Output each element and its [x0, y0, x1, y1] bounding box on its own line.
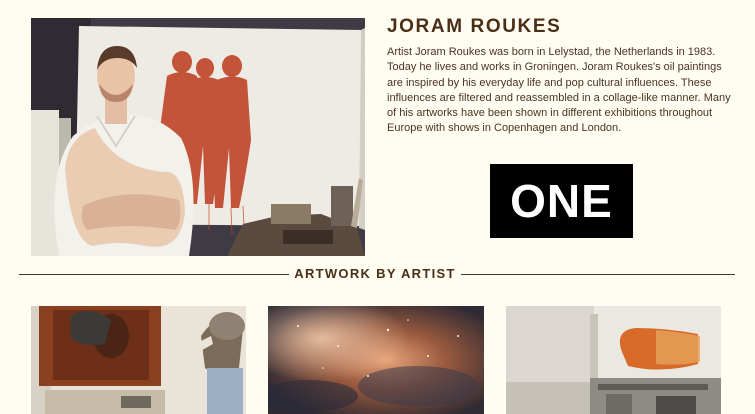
- artist-info: JORAM ROUKES Artist Joram Roukes was bor…: [387, 16, 732, 137]
- section-divider-right: [461, 274, 735, 275]
- artwork-section-title: ARTWORK BY ARTIST: [294, 266, 456, 281]
- artwork-thumbnail-icon: [506, 306, 721, 414]
- artist-portrait: [31, 18, 365, 256]
- section-divider-left: [19, 274, 289, 275]
- artist-photo-icon: [31, 18, 365, 256]
- artwork-thumbnail-icon: [31, 306, 246, 414]
- artwork-thumbnail-icon: [268, 306, 484, 414]
- artist-bio: Artist Joram Roukes was born in Lelystad…: [387, 46, 731, 135]
- artist-name: JORAM ROUKES: [387, 16, 562, 37]
- one-logo[interactable]: ONE: [490, 164, 633, 238]
- artwork-thumbnail-3[interactable]: [506, 306, 721, 414]
- artwork-thumbnail-1[interactable]: [31, 306, 246, 414]
- artwork-thumbnail-2[interactable]: [268, 306, 484, 414]
